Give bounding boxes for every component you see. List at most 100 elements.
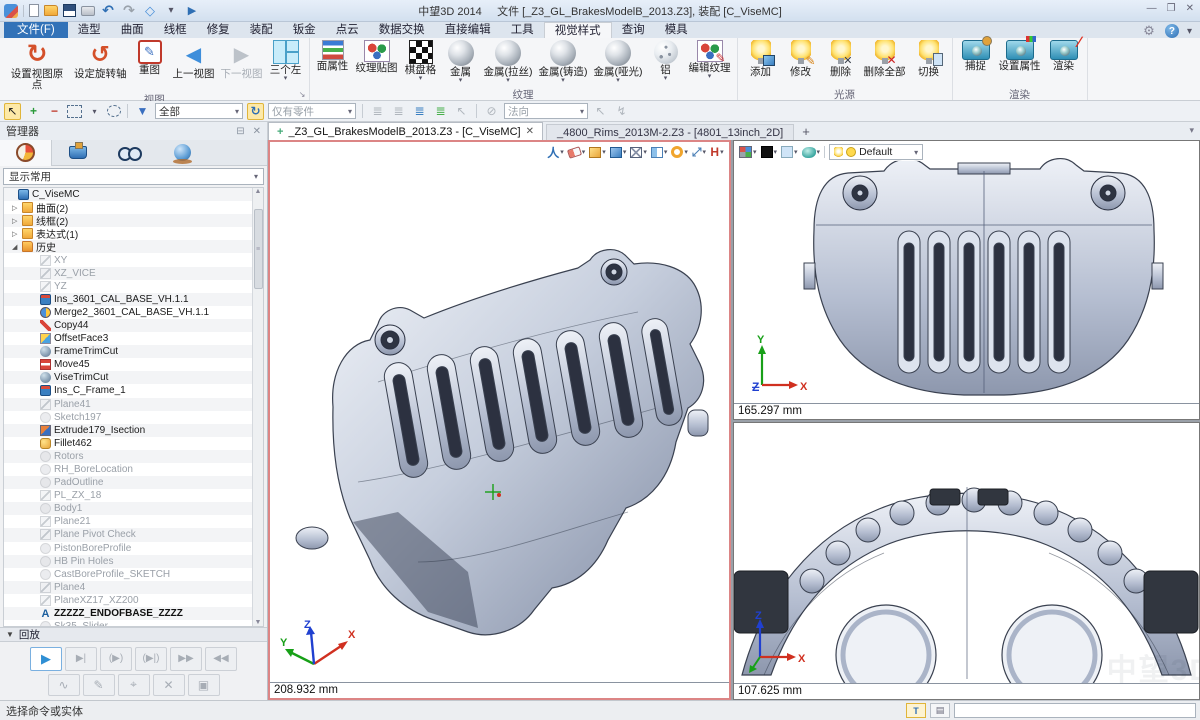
viewport-tool-icon[interactable]: ▾ (630, 145, 647, 159)
tree-item[interactable]: XZ_VICE (4, 267, 252, 280)
sort-blue-icon[interactable]: ≣ (411, 103, 428, 120)
menu-tab-data-exchange[interactable]: 数据交换 (369, 22, 435, 38)
viewport-tool-icon[interactable]: ▾ (781, 145, 798, 159)
edit-tool-button[interactable]: ✎ (83, 674, 115, 696)
open-file-icon[interactable] (44, 5, 58, 16)
tree-item[interactable]: ▷ 曲面(2) (4, 201, 252, 214)
edit-texture-button[interactable]: 编辑纹理 ▾ (686, 39, 734, 87)
tree-item[interactable]: Plane41 (4, 398, 252, 411)
tree-item[interactable]: Plane Pivot Check (4, 528, 252, 541)
pick-point-alt-icon[interactable]: ↯ (613, 103, 630, 120)
print-icon[interactable] (81, 6, 95, 16)
menu-tab-direct-edit[interactable]: 直接编辑 (435, 22, 501, 38)
orbit-icon[interactable] (142, 3, 158, 19)
close-panel-icon[interactable]: ✕ (253, 126, 261, 137)
viewport-tool-icon[interactable]: ▾ (802, 145, 821, 159)
pin-panel-icon[interactable]: ⊟ (236, 126, 244, 137)
list-tool-icon[interactable]: ≣ (390, 103, 407, 120)
app-logo-icon[interactable] (4, 4, 18, 18)
sort-green-icon[interactable]: ≣ (432, 103, 449, 120)
menu-tab-shape[interactable]: 造型 (68, 22, 111, 38)
modify-light-button[interactable]: 修改 ▾ (781, 39, 821, 87)
tree-item[interactable]: C_ViseMC (4, 188, 252, 201)
collapse-chevron-icon[interactable]: ▾ (1189, 125, 1194, 136)
menu-tab-wireframe[interactable]: 线框 (154, 22, 197, 38)
input-options-icon[interactable]: ▤ (930, 703, 950, 718)
tree-item[interactable]: CastBoreProfile_SKETCH (4, 568, 252, 581)
help-icon[interactable] (1165, 24, 1179, 38)
delete-tool-button[interactable]: ✕ (153, 674, 185, 696)
help-caret-icon[interactable] (1187, 25, 1192, 37)
fast-forward-button[interactable]: ▶▶ (170, 647, 202, 671)
front-viewport-canvas[interactable]: ▾ ▾ ▾ (734, 141, 1199, 403)
menu-tab-assembly[interactable]: 装配 (240, 22, 283, 38)
redo-icon[interactable] (121, 3, 137, 19)
viewport-layout-button[interactable]: 三个左 ▾ (266, 39, 306, 92)
window-select-icon[interactable] (67, 105, 82, 118)
play-step-button[interactable]: (▶) (100, 647, 132, 671)
tree-item[interactable]: Sketch197 (4, 411, 252, 424)
metal-button[interactable]: 金属 ▾ (441, 39, 481, 87)
tree-item[interactable]: PL_ZX_18 (4, 489, 252, 502)
tree-item[interactable]: HB Pin Holes (4, 555, 252, 568)
resume-icon[interactable] (184, 3, 200, 19)
redraw-button[interactable]: 重图 ▾ (130, 39, 170, 92)
menu-tab-sheet-metal[interactable]: 钣金 (283, 22, 326, 38)
command-input[interactable] (954, 703, 1196, 718)
viewport-tool-icon[interactable]: ▾ (568, 145, 586, 159)
locate-tool-button[interactable]: ⌖ (118, 674, 150, 696)
render-attributes-button[interactable]: 设置属性 ▾ (996, 39, 1044, 87)
tree-item[interactable]: Body1 (4, 502, 252, 515)
scroll-down-icon[interactable]: ▼ (255, 619, 262, 626)
filter-icon[interactable]: ▼ (134, 103, 151, 120)
tree-item[interactable]: YZ (4, 280, 252, 293)
assembly-manager-tab[interactable] (52, 140, 104, 166)
render-button[interactable]: 渲染 ▾ (1044, 39, 1084, 87)
delete-all-lights-button[interactable]: 删除全部 ▾ (861, 39, 909, 87)
face-attributes-button[interactable]: 面属性 ▾ (313, 39, 353, 87)
cursor-tool-icon[interactable]: ↖ (453, 103, 470, 120)
tree-item[interactable]: RH_BoreLocation (4, 463, 252, 476)
tab-close-icon[interactable]: ✕ (526, 126, 534, 137)
save-icon[interactable] (63, 4, 76, 17)
light-preset-combo[interactable]: Default ▾ (829, 144, 923, 160)
previous-view-button[interactable]: 上一视图 ▾ (170, 39, 218, 92)
pick-cursor-icon[interactable]: ↖ (4, 103, 21, 120)
tree-item[interactable]: PistonBoreProfile (4, 542, 252, 555)
tree-item[interactable]: ▷ 线框(2) (4, 214, 252, 227)
refresh-filter-icon[interactable]: ↻ (247, 103, 264, 120)
normal-direction-combo[interactable]: 法向 ▾ (504, 103, 588, 119)
viewport-tool-icon[interactable]: ▾ (651, 145, 668, 159)
metal-brushed-button[interactable]: 金属(拉丝) ▾ (481, 39, 536, 87)
image-tool-button[interactable]: ▣ (188, 674, 220, 696)
play-step-end-button[interactable]: (▶|) (135, 647, 167, 671)
lasso-select-icon[interactable] (107, 105, 121, 117)
menu-tab-file[interactable]: 文件(F) (4, 22, 68, 38)
tree-item[interactable]: Ins_C_Frame_1 (4, 384, 252, 397)
restore-button[interactable]: ❐ (1167, 3, 1176, 14)
menu-tab-point-cloud[interactable]: 点云 (326, 22, 369, 38)
no-snap-icon[interactable]: ⊘ (483, 103, 500, 120)
list-tool-icon[interactable]: ≣ (369, 103, 386, 120)
settings-gear-icon[interactable] (1141, 23, 1157, 39)
tree-item[interactable]: Ins_3601_CAL_BASE_VH.1.1 (4, 293, 252, 306)
tree-item[interactable]: Plane4 (4, 581, 252, 594)
tree-expander-icon[interactable]: ▷ (12, 204, 22, 212)
set-rotation-axis-button[interactable]: 设定旋转轴 ▾ (71, 39, 130, 92)
tree-item[interactable]: Sk35_Slider (4, 620, 252, 627)
metal-cast-button[interactable]: 金属(铸造) ▾ (536, 39, 591, 87)
menu-tab-tools[interactable]: 工具 (501, 22, 544, 38)
tree-item[interactable]: Copy44 (4, 319, 252, 332)
tree-item[interactable]: Extrude179_Isection (4, 424, 252, 437)
delete-light-button[interactable]: 删除 ▾ (821, 39, 861, 87)
tree-expander-icon[interactable]: ◢ (12, 243, 22, 251)
toggle-light-button[interactable]: 切换 ▾ (909, 39, 949, 87)
window-select-caret-icon[interactable]: ▾ (86, 103, 103, 120)
viewport-tool-icon[interactable]: ▾ (547, 145, 564, 159)
viewport-tool-icon[interactable]: ▾ (761, 145, 778, 159)
history-manager-tab[interactable] (0, 140, 52, 166)
undo-icon[interactable] (100, 3, 116, 19)
viewport-tool-icon[interactable]: ▾ (589, 145, 606, 159)
visibility-manager-tab[interactable] (104, 140, 156, 166)
menu-tab-mold[interactable]: 模具 (655, 22, 698, 38)
